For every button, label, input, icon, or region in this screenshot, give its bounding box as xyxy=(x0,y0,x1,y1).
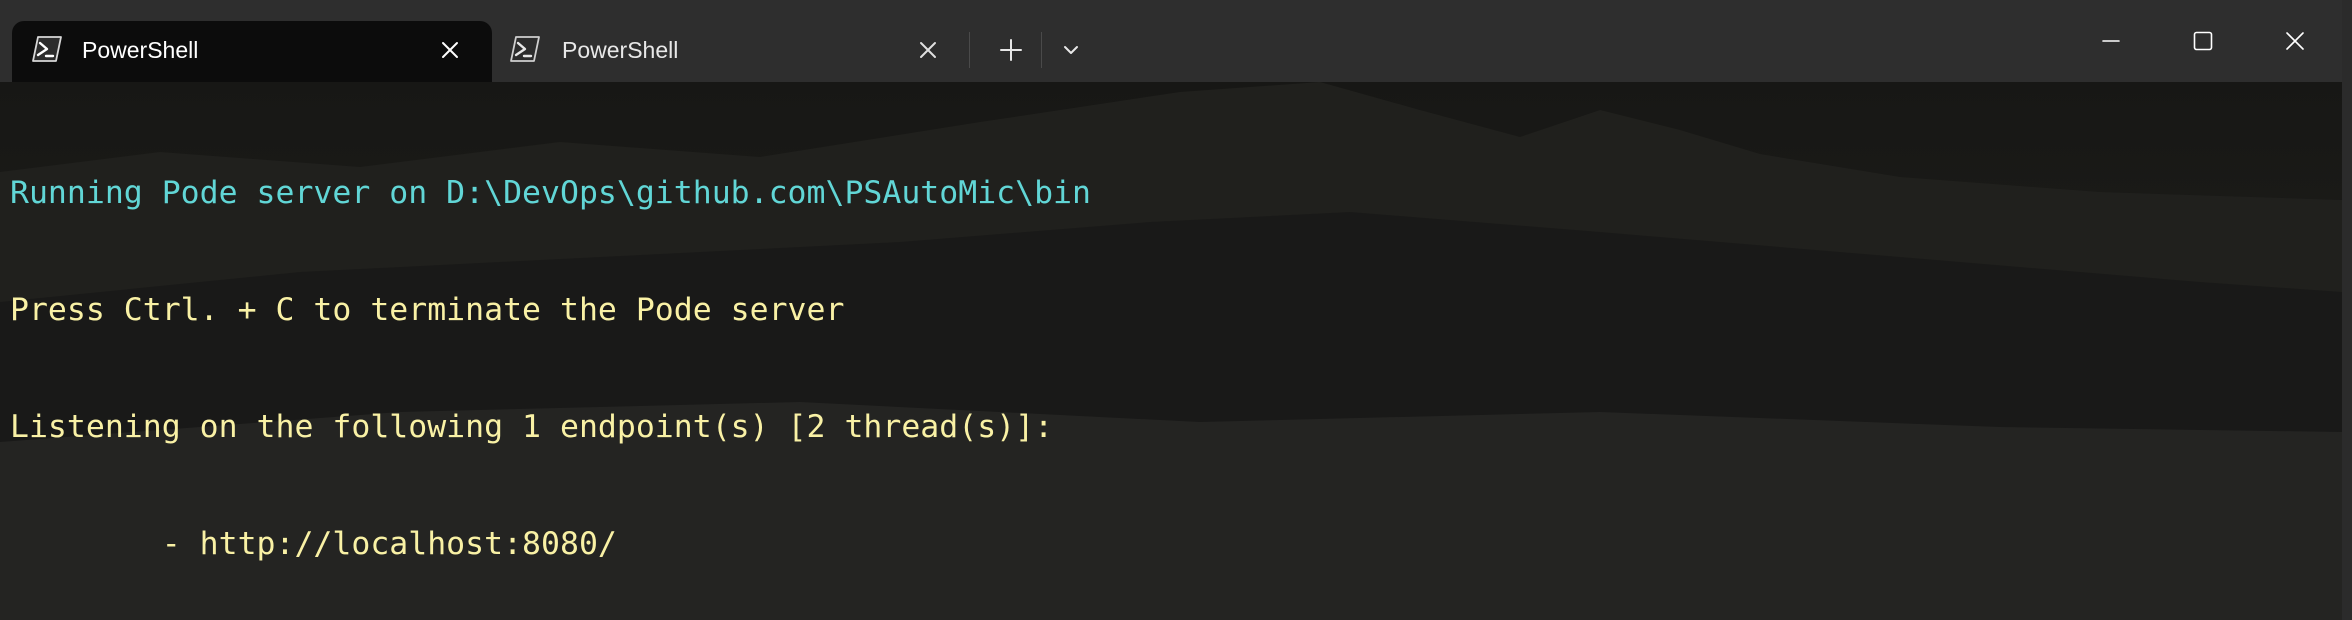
close-icon[interactable] xyxy=(914,36,942,64)
powershell-icon xyxy=(32,36,62,62)
title-bar: PowerShell PowerShell xyxy=(0,0,2342,82)
close-icon[interactable] xyxy=(436,36,464,64)
tab-label: PowerShell xyxy=(562,37,679,63)
output-line: Press Ctrl. + C to terminate the Pode se… xyxy=(10,292,845,328)
tab-label: PowerShell xyxy=(82,37,199,63)
terminal-pane[interactable]: Running Pode server on D:\DevOps\github.… xyxy=(0,82,2342,620)
plus-icon[interactable] xyxy=(994,33,1028,67)
output-line: Running Pode server on D:\DevOps\github.… xyxy=(10,175,1091,211)
terminal-output: Running Pode server on D:\DevOps\github.… xyxy=(10,96,1091,620)
tab-separator xyxy=(969,32,970,68)
output-line: - http://localhost:8080/ xyxy=(10,526,617,562)
output-line: Listening on the following 1 endpoint(s)… xyxy=(10,409,1054,445)
tab-separator xyxy=(1041,32,1042,68)
powershell-icon xyxy=(510,36,540,62)
minimize-icon[interactable] xyxy=(2094,24,2128,58)
background-window-edge xyxy=(2342,0,2352,620)
maximize-icon[interactable] xyxy=(2186,24,2220,58)
terminal-window: PowerShell PowerShell Running Pode serve… xyxy=(0,0,2342,620)
chevron-down-icon[interactable] xyxy=(1056,35,1086,65)
close-icon[interactable] xyxy=(2278,24,2312,58)
tab-powershell-2[interactable]: PowerShell xyxy=(500,21,960,82)
tab-powershell-1[interactable]: PowerShell xyxy=(12,21,492,82)
